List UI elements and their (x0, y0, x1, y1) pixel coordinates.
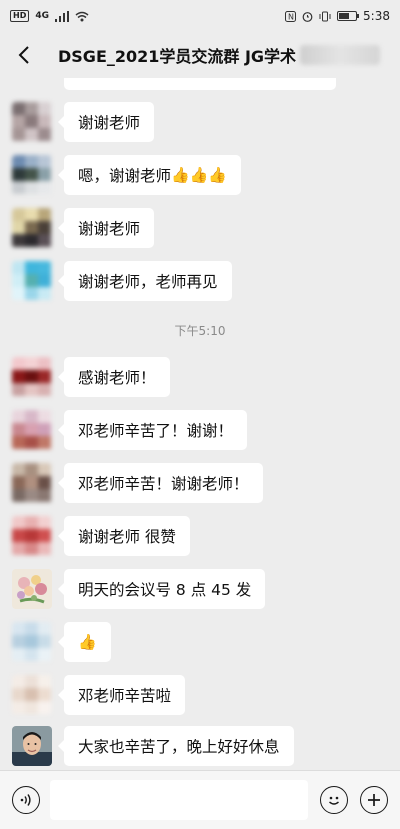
message-bubble[interactable]: 谢谢老师 (57, 208, 155, 248)
vibrate-icon (319, 11, 331, 21)
avatar[interactable] (12, 569, 52, 609)
message-row: 谢谢老师 (12, 102, 155, 142)
message-text: 邓老师辛苦！谢谢老师！ (78, 475, 249, 493)
message-text: 谢谢老师 (78, 220, 141, 238)
svg-text:N: N (288, 12, 294, 21)
avatar[interactable] (12, 726, 52, 766)
person-avatar-icon (12, 726, 52, 766)
hd-badge: HD (10, 10, 30, 22)
thumbs-up-emoji: 👍 (78, 633, 97, 651)
message-text: 嗯，谢谢老师 (78, 167, 172, 185)
message-bubble[interactable]: 邓老师辛苦啦 (57, 675, 186, 715)
emoji-button[interactable] (320, 786, 348, 814)
message-text: 邓老师辛苦啦 (78, 687, 172, 705)
battery-icon (337, 11, 360, 21)
message-row: 👍 (12, 622, 111, 662)
message-row: 谢谢老师 很赞 (12, 516, 190, 556)
cut-off-bubble (64, 78, 336, 90)
input-bar (0, 770, 400, 829)
status-right: N 5:38 (285, 9, 390, 23)
title-redacted-area (300, 45, 381, 65)
message-row: 邓老师辛苦了！谢谢！ (12, 410, 248, 450)
plus-button[interactable] (360, 786, 388, 814)
avatar[interactable] (12, 208, 52, 248)
message-text: 谢谢老师 (78, 114, 141, 132)
message-bubble[interactable]: 邓老师辛苦了！谢谢！ (57, 410, 248, 450)
emoji-icon (329, 796, 339, 805)
network-indicator: 4G (35, 11, 49, 21)
message-row: 感谢老师！ (12, 357, 170, 397)
voice-icon (20, 794, 31, 806)
avatar[interactable] (12, 357, 52, 397)
message-bubble[interactable]: 邓老师辛苦！谢谢老师！ (58, 463, 263, 503)
message-bubble[interactable]: 嗯，谢谢老师 👍👍👍 (57, 155, 242, 195)
chat-title: DSGE_2021学员交流群 JG学术 (58, 47, 297, 66)
message-bubble[interactable]: 谢谢老师，老师再见 (58, 261, 232, 301)
message-row: 明天的会议号 8 点 45 发 (12, 569, 266, 609)
message-row: 邓老师辛苦啦 (12, 675, 186, 715)
message-bubble[interactable]: 👍 (58, 622, 111, 662)
message-text: 大家也辛苦了，晚上好好休息 (78, 738, 280, 756)
message-row: 嗯，谢谢老师 👍👍👍 (12, 155, 242, 195)
message-bubble[interactable]: 感谢老师！ (58, 357, 170, 397)
avatar[interactable] (12, 261, 52, 301)
message-text: 谢谢老师 很赞 (78, 528, 176, 546)
message-row: 邓老师辛苦！谢谢老师！ (12, 463, 263, 503)
avatar[interactable] (12, 463, 52, 503)
avatar[interactable] (12, 675, 52, 715)
status-left: HD 4G (10, 10, 89, 22)
plus-icon (368, 794, 380, 806)
avatar[interactable] (12, 102, 52, 142)
status-time: 5:38 (363, 9, 390, 23)
message-text: 谢谢老师，老师再见 (78, 273, 218, 291)
chat-message-list[interactable]: 谢谢老师 嗯，谢谢老师 👍👍👍 谢谢老师 谢谢老师，老师再见 下午5:10 感谢… (0, 78, 400, 770)
wifi-icon (75, 11, 89, 21)
message-row: 大家也辛苦了，晚上好好休息 (12, 726, 294, 766)
thumbs-up-emoji: 👍👍👍 (171, 166, 228, 184)
flower-avatar-icon (12, 569, 52, 609)
message-bubble[interactable]: 谢谢老师 很赞 (58, 516, 190, 556)
status-bar: HD 4G N 5:38 (0, 0, 400, 32)
nfc-icon: N (285, 10, 297, 22)
message-bubble[interactable]: 大家也辛苦了，晚上好好休息 (58, 726, 294, 766)
voice-button[interactable] (12, 786, 40, 814)
back-button[interactable] (12, 43, 36, 67)
avatar[interactable] (12, 155, 52, 195)
message-bubble[interactable]: 明天的会议号 8 点 45 发 (57, 569, 266, 609)
back-arrow-icon (18, 46, 29, 64)
message-input[interactable] (50, 780, 308, 820)
message-row: 谢谢老师 (12, 208, 155, 248)
message-text: 邓老师辛苦了！谢谢！ (78, 422, 234, 440)
message-text: 感谢老师！ (78, 369, 156, 387)
avatar[interactable] (12, 622, 52, 662)
alarm-icon (302, 11, 313, 22)
message-text: 明天的会议号 8 点 45 发 (78, 581, 252, 599)
time-divider: 下午5:10 (174, 324, 226, 338)
signal-icon (55, 10, 69, 22)
avatar[interactable] (12, 516, 52, 556)
chat-header: DSGE_2021学员交流群 JG学术 (0, 32, 400, 78)
avatar[interactable] (12, 410, 52, 450)
message-row: 谢谢老师，老师再见 (12, 261, 232, 301)
message-bubble[interactable]: 谢谢老师 (57, 102, 155, 142)
